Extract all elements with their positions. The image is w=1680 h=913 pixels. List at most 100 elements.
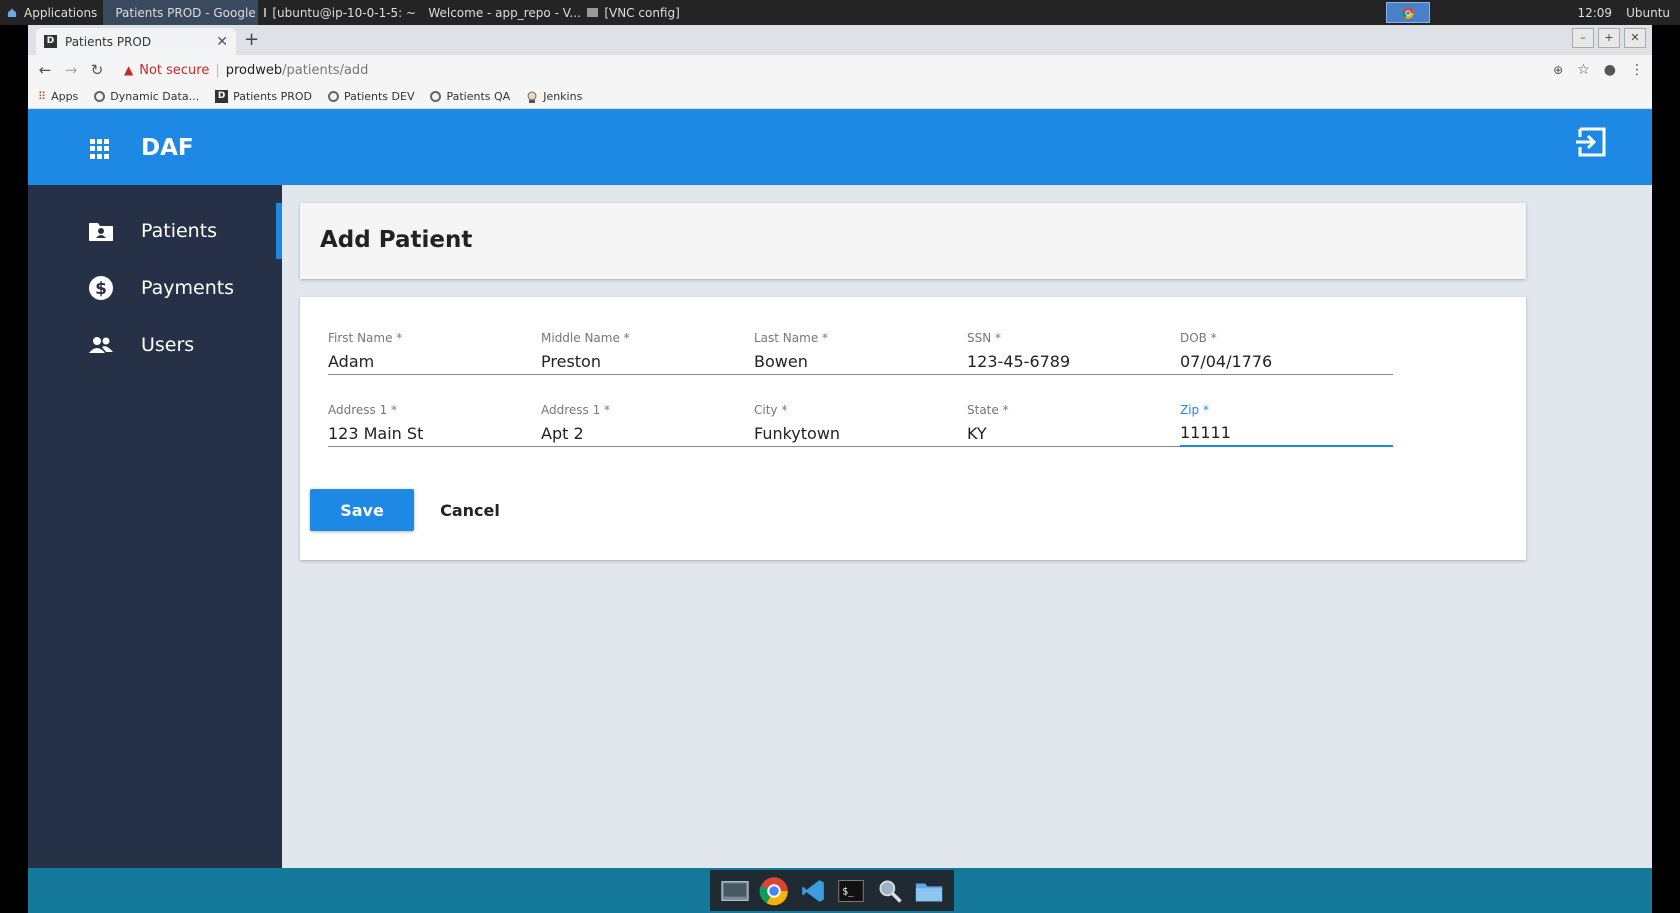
last-name-input[interactable] (754, 348, 967, 375)
taskbar-item-terminal[interactable]: [ubuntu@ip-10-0-1-5: ~] (258, 0, 416, 25)
taskbar-item-chrome[interactable]: Patients PROD - Google ... (103, 0, 259, 25)
page-title: Add Patient (320, 227, 473, 253)
bookmark-dynamic-data[interactable]: Dynamic Data... (94, 90, 199, 103)
taskbar-item-vnc[interactable]: [VNC config] (581, 0, 691, 25)
add-patient-form: First Name * Middle Name * Last Name * S… (300, 297, 1526, 560)
field-label: State * (967, 403, 1009, 417)
terminal-icon (264, 8, 267, 17)
bookmark-label: Patients PROD (233, 90, 312, 103)
globe-icon (328, 91, 339, 102)
address2-field: Address 1 * (541, 403, 754, 447)
middle-name-input[interactable] (541, 348, 754, 375)
state-field: State * (967, 403, 1180, 447)
address1-input[interactable] (328, 420, 541, 447)
sidebar-item-label: Payments (141, 277, 235, 299)
browser-window: D Patients PROD ✕ + – + ✕ ← → ↻ ▲ Not se… (28, 25, 1652, 913)
search-icon[interactable] (874, 875, 906, 907)
title-card: Add Patient (300, 203, 1526, 279)
field-label: First Name * (328, 331, 403, 345)
bookmark-apps[interactable]: ⠿ Apps (38, 90, 78, 103)
applications-menu[interactable]: Applications (0, 0, 103, 25)
terminal-icon[interactable]: $_ (835, 875, 867, 907)
first-name-field: First Name * (328, 331, 541, 375)
bookmark-label: Apps (51, 90, 79, 103)
taskbar-item-label: Welcome - app_repo - V... (428, 5, 581, 20)
users-icon (89, 337, 113, 353)
field-label: Address 1 * (328, 403, 398, 417)
reload-icon[interactable]: ↻ (84, 61, 110, 79)
svg-text:$: $ (95, 279, 107, 299)
sidebar-item-users[interactable]: Users (28, 317, 282, 373)
vscode-icon[interactable] (797, 875, 829, 907)
cancel-button[interactable]: Cancel (432, 489, 508, 531)
tab-strip: D Patients PROD ✕ + – + ✕ (28, 25, 1652, 55)
sidebar-item-patients[interactable]: Patients (28, 203, 282, 259)
field-label: Zip * (1180, 403, 1209, 417)
close-tab-icon[interactable]: ✕ (216, 34, 228, 50)
dob-input[interactable] (1180, 348, 1393, 375)
desktop-dock-bar: $_ (28, 868, 1652, 913)
kebab-menu-icon[interactable]: ⋮ (1630, 62, 1644, 78)
folder-icon[interactable] (913, 875, 945, 907)
chrome-tray-indicator[interactable] (1386, 2, 1430, 23)
show-desktop-icon[interactable] (719, 875, 751, 907)
bookmark-star-icon[interactable]: ☆ (1577, 62, 1590, 78)
dock: $_ (710, 870, 954, 911)
user-menu[interactable]: Ubuntu (1626, 6, 1670, 20)
minimize-icon[interactable]: – (1572, 28, 1594, 48)
xfce-mouse-icon (7, 7, 17, 17)
security-label: Not secure (139, 62, 210, 78)
d-favicon-icon: D (44, 35, 57, 48)
maximize-icon[interactable]: + (1598, 28, 1620, 48)
new-tab-icon[interactable]: + (244, 29, 259, 50)
bookmark-patients-qa[interactable]: Patients QA (430, 90, 510, 103)
ssn-field: SSN * (967, 331, 1180, 375)
svg-text:$_: $_ (843, 886, 855, 897)
bookmark-patients-prod[interactable]: D Patients PROD (215, 90, 312, 103)
field-label: Middle Name * (541, 331, 630, 345)
address-bar[interactable]: ▲ Not secure | prodweb /patients/add (118, 58, 1588, 82)
close-window-icon[interactable]: ✕ (1624, 28, 1646, 48)
dollar-circle-icon: $ (89, 276, 113, 300)
profile-icon[interactable]: ● (1604, 62, 1616, 78)
logout-icon[interactable] (1574, 125, 1608, 159)
last-name-field: Last Name * (754, 331, 967, 375)
field-label: City * (754, 403, 788, 417)
url-separator: | (215, 62, 220, 78)
browser-tab[interactable]: D Patients PROD ✕ (36, 28, 236, 55)
app-header: DAF (28, 109, 1652, 185)
sidebar-item-label: Users (141, 334, 195, 356)
forward-icon[interactable]: → (58, 61, 84, 79)
bookmark-label: Patients DEV (344, 90, 415, 103)
jenkins-icon (527, 91, 537, 103)
tab-title: Patients PROD (65, 34, 152, 49)
chrome-icon (1402, 7, 1414, 19)
state-input[interactable] (967, 420, 1180, 447)
apps-grid-icon: ⠿ (38, 90, 47, 103)
address1-field: Address 1 * (328, 403, 541, 447)
first-name-input[interactable] (328, 348, 541, 375)
taskbar-item-vscode[interactable]: Welcome - app_repo - V... (416, 0, 581, 25)
zoom-icon[interactable]: ⊕ (1553, 63, 1563, 77)
url-host: prodweb (225, 62, 283, 78)
middle-name-field: Middle Name * (541, 331, 754, 375)
bookmark-jenkins[interactable]: Jenkins (526, 90, 582, 103)
ssn-input[interactable] (967, 348, 1180, 375)
bookmark-label: Patients QA (446, 90, 511, 103)
bookmark-patients-dev[interactable]: Patients DEV (328, 90, 414, 103)
sidebar-item-payments[interactable]: $ Payments (28, 260, 282, 316)
bookmark-label: Dynamic Data... (110, 90, 200, 103)
back-icon[interactable]: ← (32, 61, 58, 79)
sidebar-item-label: Patients (141, 220, 218, 242)
address2-input[interactable] (541, 420, 754, 447)
save-button[interactable]: Save (310, 489, 414, 531)
warning-icon: ▲ (124, 63, 134, 77)
city-input[interactable] (754, 420, 967, 447)
chrome-icon[interactable] (758, 875, 790, 907)
app-title: DAF (141, 135, 194, 161)
dob-field: DOB * (1180, 331, 1393, 375)
zip-input[interactable] (1180, 420, 1393, 447)
clock: 12:09 (1577, 5, 1613, 20)
browser-toolbar: ← → ↻ ▲ Not secure | prodweb /patients/a… (28, 55, 1652, 85)
app-grid-icon[interactable] (90, 139, 110, 159)
